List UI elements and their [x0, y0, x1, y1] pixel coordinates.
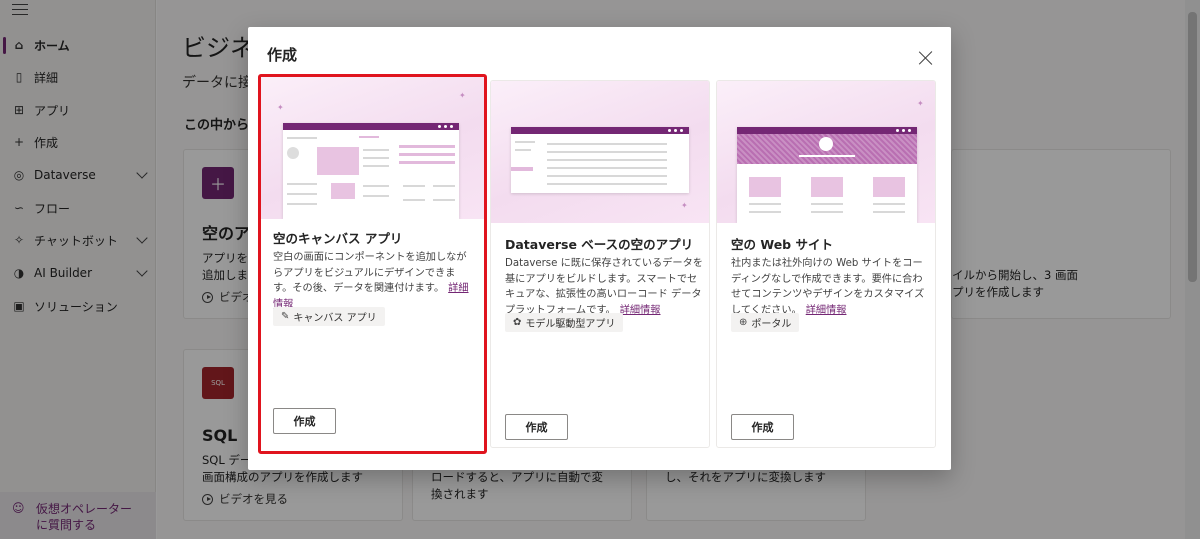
create-button[interactable]: 作成 — [505, 414, 568, 440]
card-title: Dataverse ベースの空のアプリ — [505, 237, 694, 252]
create-button[interactable]: 作成 — [731, 414, 794, 440]
app-type-tag: ✎ キャンバス アプリ — [273, 307, 385, 326]
sparkle-icon: ✦ — [459, 91, 466, 100]
card-title: 空の Web サイト — [731, 237, 833, 252]
card-description: 社内または社外向けの Web サイトをコーディングなしで作成できます。要件に合わ… — [731, 258, 925, 316]
learn-more-link[interactable]: 詳細情報 — [620, 305, 661, 316]
website-illustration: ✦ — [717, 81, 935, 223]
pencil-icon: ✎ — [281, 311, 290, 322]
card-description: 空白の画面にコンポーネントを追加しながらアプリをビジュアルにデザインできます。そ… — [273, 252, 469, 310]
card-description: Dataverse に既に保存されているデータを基にアプリをビルドします。スマー… — [505, 258, 703, 316]
card-dataverse-blank-app[interactable]: ✦ Dataverse ベースの空のアプリ Dataverse に既に保存されて… — [490, 80, 710, 448]
card-blank-canvas-app[interactable]: ✦ ✦ 空のキャンバス アプリ 空白の画面にコンポーネントを追加しながらアプリを… — [258, 74, 487, 454]
create-button[interactable]: 作成 — [273, 408, 336, 434]
dataverse-app-illustration: ✦ — [491, 81, 709, 223]
sparkle-icon: ✦ — [917, 99, 924, 108]
dialog-title: 作成 — [267, 46, 298, 64]
puzzle-icon: ✿ — [513, 317, 522, 328]
create-dialog: 作成 ✦ ✦ 空のキャンバス アプリ 空白の画面にコンポーネントを追加しながらア… — [248, 27, 951, 470]
learn-more-link[interactable]: 詳細情報 — [806, 305, 847, 316]
close-icon[interactable] — [918, 50, 934, 66]
app-type-tag: ✿ モデル駆動型アプリ — [505, 313, 624, 332]
globe-icon: ⊕ — [739, 317, 748, 328]
card-title: 空のキャンバス アプリ — [273, 231, 403, 246]
canvas-app-illustration: ✦ ✦ — [261, 77, 484, 219]
card-blank-website[interactable]: ✦ 空の Web サイト 社内または社外向けの Web サイトをコーディングなし… — [716, 80, 936, 448]
sparkle-icon: ✦ — [681, 201, 688, 210]
sparkle-icon: ✦ — [277, 103, 284, 112]
app-type-tag: ⊕ ポータル — [731, 313, 800, 332]
